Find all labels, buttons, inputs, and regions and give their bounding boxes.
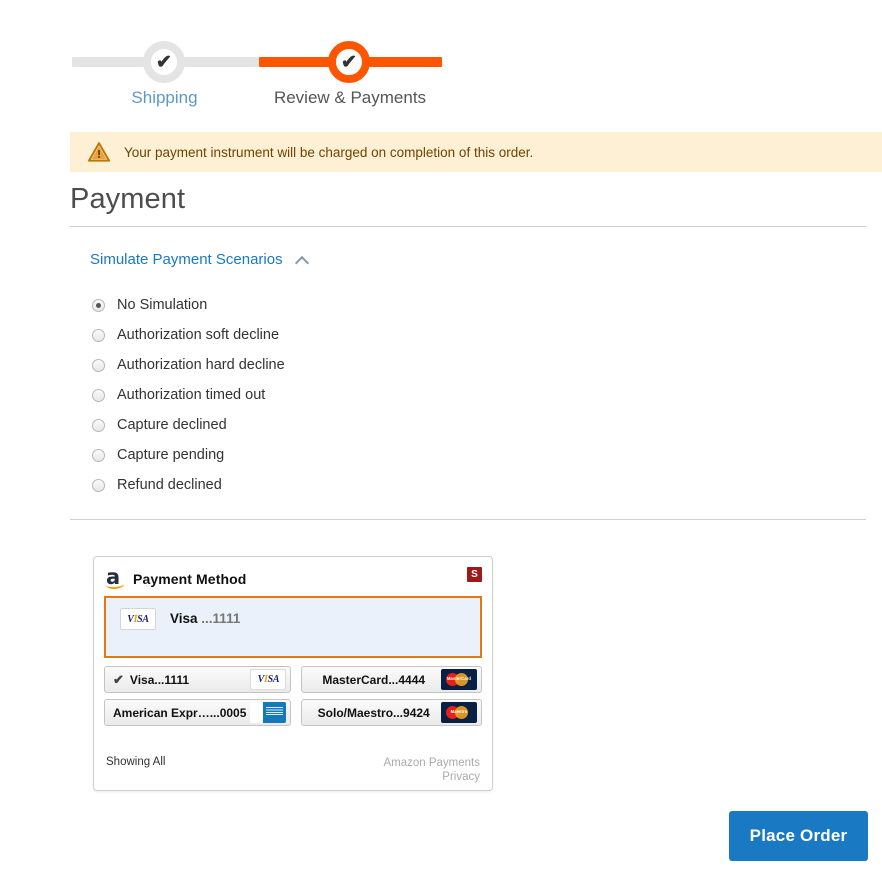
progress-track [72,57,442,67]
divider-above-payment-widget [70,519,866,520]
selected-card-brand: Visa [170,611,198,626]
widget-footer: Showing All Amazon Payments Privacy [94,756,492,784]
payment-notice: Your payment instrument will be charged … [70,132,882,172]
amazon-logo: a [105,567,125,590]
selected-card-masked: ...1111 [201,611,241,626]
card-option-label: MasterCard...4444 [322,672,426,687]
showing-all-label[interactable]: Showing All [106,756,165,768]
radio-option-refund-declined[interactable]: Refund declined [92,470,512,500]
footer-links: Amazon Payments Privacy [383,756,480,784]
selected-payment-panel: VISA Visa ...1111 [104,596,482,658]
radio-icon[interactable] [92,418,105,432]
step-node-shipping[interactable]: ✔ [143,41,185,83]
radio-label: Authorization soft decline [117,327,280,343]
check-icon: ✔ [113,671,124,687]
radio-icon[interactable] [92,328,105,342]
warning-triangle-icon [88,142,110,162]
radio-option-authorization-timed-out[interactable]: Authorization timed out [92,380,512,410]
radio-label: Capture pending [117,447,225,463]
radio-option-capture-declined[interactable]: Capture declined [92,410,512,440]
check-icon: ✔ [156,51,172,73]
card-option-american-express[interactable]: American Expr…...0005 [104,699,292,726]
card-options-grid: ✔ Visa...1111 VISA MasterCard...4444 Mas… [104,666,482,726]
checkout-progress-bar: ✔ ✔ Shipping Review & Payments [0,0,882,120]
selected-card-label: Visa ...1111 [170,608,240,630]
radio-label: Authorization timed out [117,387,266,403]
sandbox-badge: S [467,567,482,582]
simulate-payment-scenarios-toggle[interactable]: Simulate Payment Scenarios [90,251,309,268]
radio-label: Capture declined [117,417,227,433]
card-option-label: Visa...1111 [129,672,190,687]
radio-icon[interactable] [92,448,105,462]
visa-logo-icon: VISA [120,608,156,630]
radio-icon[interactable] [92,358,105,372]
privacy-link[interactable]: Privacy [383,770,480,784]
card-option-visa[interactable]: ✔ Visa...1111 VISA [104,666,292,693]
place-order-button[interactable]: Place Order [729,811,868,861]
card-option-solo-maestro[interactable]: Solo/Maestro...9424 Maestro [301,699,482,726]
radio-option-authorization-hard-decline[interactable]: Authorization hard decline [92,350,512,380]
chevron-up-icon [295,255,309,264]
simulate-toggle-label: Simulate Payment Scenarios [90,251,283,268]
radio-icon[interactable] [92,388,105,402]
card-option-mastercard[interactable]: MasterCard...4444 MasterCard [301,666,482,693]
notice-message: Your payment instrument will be charged … [124,144,534,160]
radio-icon[interactable] [92,478,105,492]
divider-under-title [70,226,866,227]
visa-logo-icon: VISA [250,669,287,690]
step-node-review-payments[interactable]: ✔ [328,41,370,83]
radio-option-capture-pending[interactable]: Capture pending [92,440,512,470]
radio-label: No Simulation [117,297,208,313]
amazon-payment-method-widget: a Payment Method S VISA Visa ...1111 ✔ V… [93,556,493,791]
widget-header: a Payment Method S [94,557,492,595]
check-icon: ✔ [341,51,357,73]
radio-label: Refund declined [117,477,222,493]
radio-icon[interactable] [92,298,105,312]
maestro-logo-icon: Maestro [441,702,477,723]
amazon-payments-link[interactable]: Amazon Payments [383,756,480,770]
simulation-options-list: No Simulation Authorization soft decline… [92,290,512,500]
radio-option-authorization-soft-decline[interactable]: Authorization soft decline [92,320,512,350]
radio-label: Authorization hard decline [117,357,285,373]
radio-option-no-simulation[interactable]: No Simulation [92,290,512,320]
step-label-review-payments: Review & Payments [273,88,427,107]
amex-logo-icon [250,702,287,723]
mastercard-logo-icon: MasterCard [441,669,477,690]
page-title: Payment [70,183,186,215]
card-option-label: Solo/Maestro...9424 [317,705,430,720]
widget-title: Payment Method [133,571,247,587]
card-option-label: American Expr…...0005 [113,705,247,720]
